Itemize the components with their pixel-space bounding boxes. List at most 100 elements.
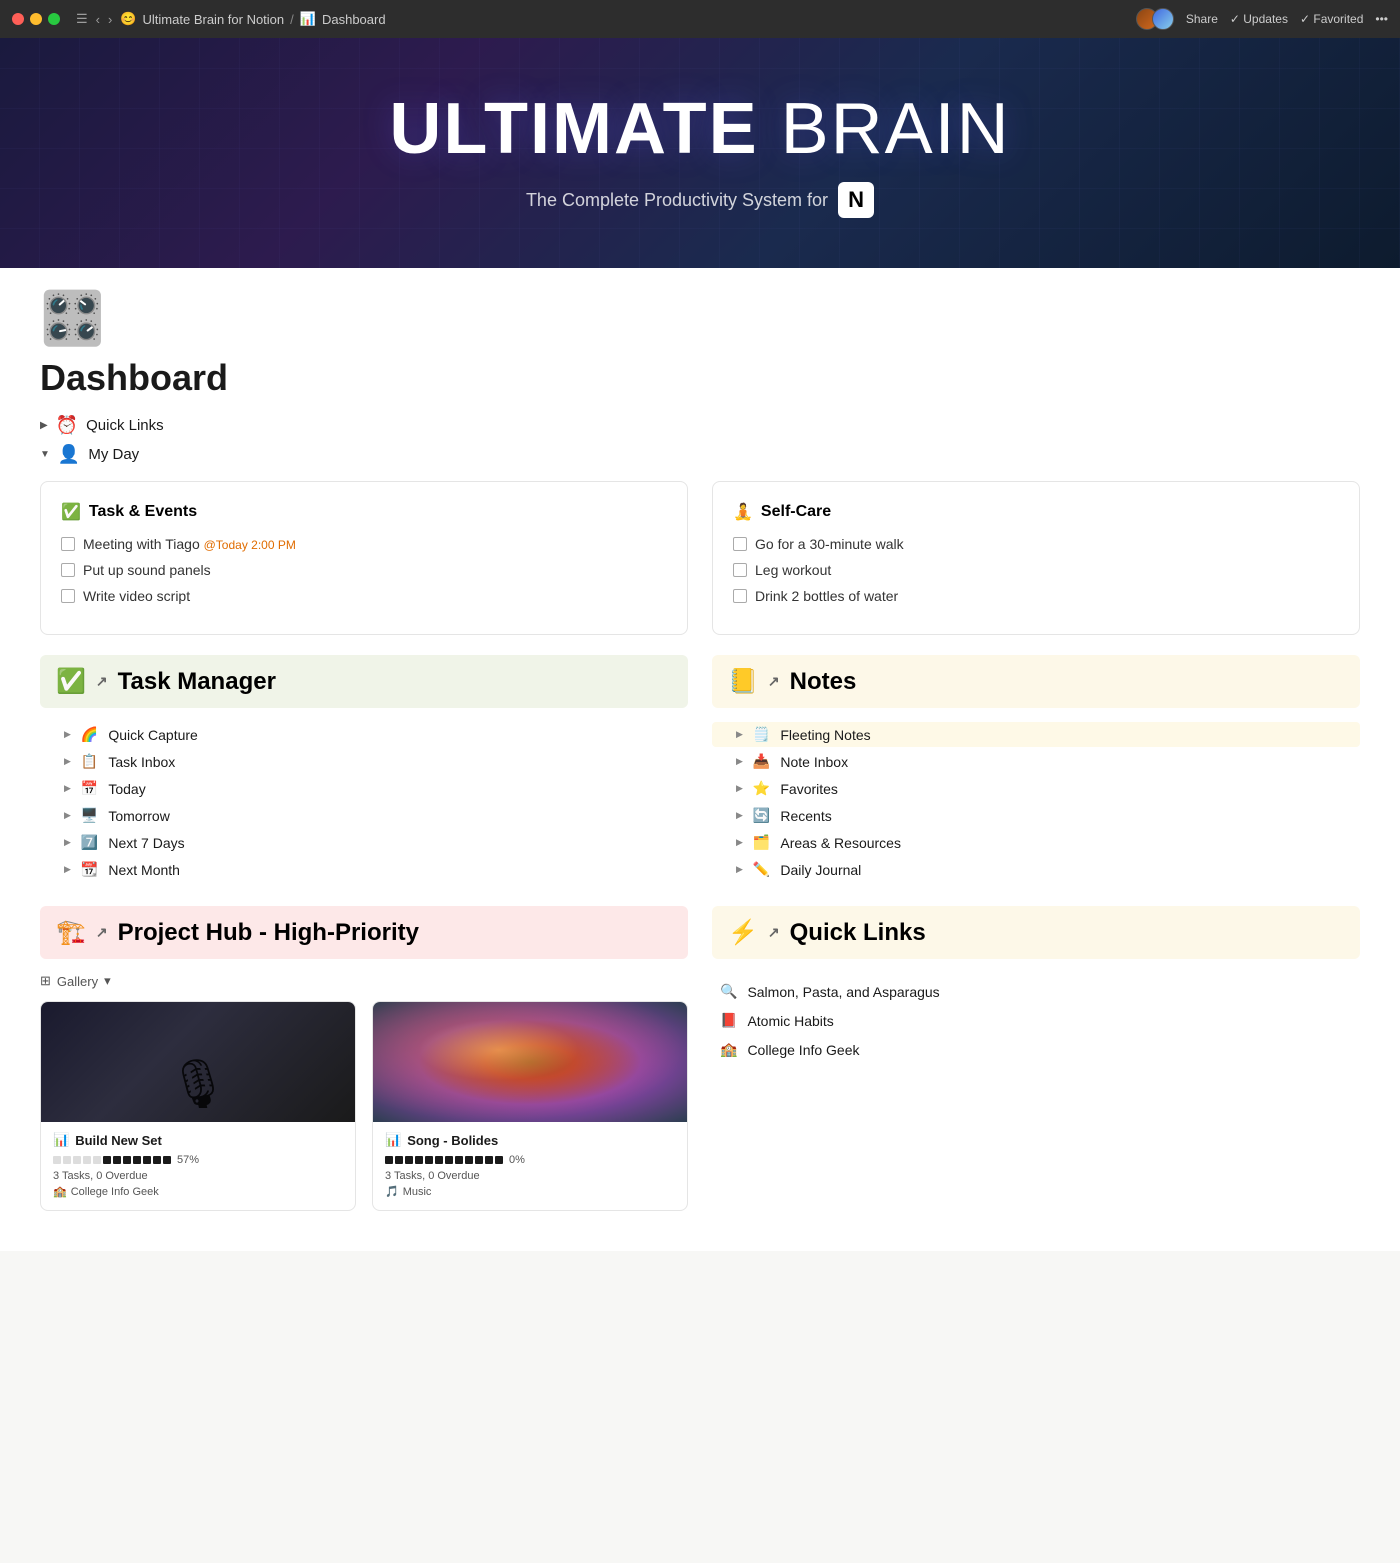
self-care-text-3: Drink 2 bottles of water [755, 588, 898, 604]
breadcrumb-root[interactable]: Ultimate Brain for Notion [143, 12, 285, 27]
quick-links-label: Quick Links [86, 417, 164, 434]
self-care-item-1: Go for a 30-minute walk [733, 536, 1339, 552]
project-tag-icon-2: 🎵 [385, 1185, 399, 1198]
minimize-button[interactable] [30, 13, 42, 25]
quicklink-label-3: College Info Geek [747, 1042, 859, 1058]
quicklink-icon-2: 📕 [720, 1012, 737, 1029]
share-button[interactable]: Share [1186, 12, 1218, 26]
task-inbox-icon: 📋 [81, 753, 98, 770]
task-next-month[interactable]: ▶ 📆 Next Month [40, 857, 688, 882]
self-care-checkbox-3[interactable] [733, 589, 747, 603]
project-card-2-body: 📊 Song - Bolides [373, 1122, 687, 1210]
titlebar-right: Share ✓ Updates ✓ Favorited ••• [1136, 8, 1388, 30]
notes-section: 📒 ↗ Notes ▶ 🗒️ Fleeting Notes ▶ 📥 Note I… [712, 655, 1360, 882]
fleeting-label: Fleeting Notes [780, 727, 870, 743]
quicklink-atomic[interactable]: 📕 Atomic Habits [720, 1006, 1352, 1035]
gallery-chevron-icon: ▾ [104, 973, 111, 989]
project-tag-text-2: Music [403, 1186, 432, 1198]
task-quick-capture[interactable]: ▶ 🌈 Quick Capture [40, 722, 688, 747]
notes-header[interactable]: 📒 ↗ Notes [712, 655, 1360, 708]
notes-fleeting[interactable]: ▶ 🗒️ Fleeting Notes [712, 722, 1360, 747]
project-thumb-1 [41, 1002, 355, 1122]
today-label: Today [108, 781, 145, 797]
project-card-2[interactable]: 📊 Song - Bolides [372, 1001, 688, 1211]
self-care-checkbox-2[interactable] [733, 563, 747, 577]
self-care-header: 🧘 Self-Care [733, 502, 1339, 522]
project-tag-text-1: College Info Geek [71, 1186, 159, 1198]
task-inbox-label: Task Inbox [108, 754, 175, 770]
notes-recents[interactable]: ▶ 🔄 Recents [712, 803, 1360, 828]
self-care-checkbox-1[interactable] [733, 537, 747, 551]
notes-areas[interactable]: ▶ 🗂️ Areas & Resources [712, 830, 1360, 855]
sq [425, 1156, 433, 1164]
nav-arrow-icon-5: ▶ [64, 837, 71, 848]
project-name-2: 📊 Song - Bolides [385, 1132, 675, 1148]
quick-links-arrow-icon: ▶ [40, 420, 48, 431]
favorites-arrow-icon: ▶ [736, 783, 743, 794]
notes-title: Notes [790, 668, 857, 696]
close-button[interactable] [12, 13, 24, 25]
sq [143, 1156, 151, 1164]
quicklink-label-1: Salmon, Pasta, and Asparagus [747, 984, 939, 1000]
sq [53, 1156, 61, 1164]
task-checkbox-3[interactable] [61, 589, 75, 603]
sq [495, 1156, 503, 1164]
task-next7[interactable]: ▶ 7️⃣ Next 7 Days [40, 830, 688, 855]
task-manager-header[interactable]: ✅ ↗ Task Manager [40, 655, 688, 708]
quick-capture-label: Quick Capture [108, 727, 197, 743]
breadcrumb-page[interactable]: Dashboard [322, 12, 386, 27]
fleeting-icon: 🗒️ [753, 726, 770, 743]
updates-button[interactable]: ✓ Updates [1230, 12, 1288, 26]
quicklink-icon-1: 🔍 [720, 983, 737, 1000]
sq [123, 1156, 131, 1164]
project-card-1[interactable]: 📊 Build New Set [40, 1001, 356, 1211]
task-item-2: Put up sound panels [61, 562, 667, 578]
project-hub-header[interactable]: 🏗️ ↗ Project Hub - High-Priority [40, 906, 688, 959]
gallery-view-toggle[interactable]: ⊞ Gallery ▾ [40, 973, 688, 989]
task-checkbox-1[interactable] [61, 537, 75, 551]
quick-links-header[interactable]: ⚡ ↗ Quick Links [712, 906, 1360, 959]
task-checkbox-2[interactable] [61, 563, 75, 577]
favorited-button[interactable]: ✓ Favorited [1300, 12, 1363, 26]
titlebar: ☰ ‹ › 😊 Ultimate Brain for Notion / 📊 Da… [0, 0, 1400, 38]
task-manager-icon: ✅ [56, 667, 86, 696]
hamburger-icon[interactable]: ☰ [76, 11, 88, 27]
favorites-icon: ⭐ [753, 780, 770, 797]
task-item-3: Write video script [61, 588, 667, 604]
task-tomorrow[interactable]: ▶ 🖥️ Tomorrow [40, 803, 688, 828]
sq [395, 1156, 403, 1164]
project-name-text-1: Build New Set [75, 1133, 162, 1148]
nav-arrow-icon-3: ▶ [64, 783, 71, 794]
maximize-button[interactable] [48, 13, 60, 25]
project-tag-icon-1: 🏫 [53, 1185, 67, 1198]
notes-inbox[interactable]: ▶ 📥 Note Inbox [712, 749, 1360, 774]
quicklink-salmon[interactable]: 🔍 Salmon, Pasta, and Asparagus [720, 977, 1352, 1006]
main-sections: ✅ ↗ Task Manager ▶ 🌈 Quick Capture ▶ 📋 T… [40, 655, 1360, 1211]
banner-title-thin: BRAIN [781, 89, 1011, 169]
task-manager-link-icon: ↗ [96, 673, 108, 690]
nav-arrow-icon-6: ▶ [64, 864, 71, 875]
back-icon[interactable]: ‹ [96, 12, 100, 27]
task-item-1: Meeting with Tiago @Today 2:00 PM [61, 536, 667, 552]
progress-squares-2 [385, 1156, 503, 1164]
forward-icon[interactable]: › [108, 12, 112, 27]
notes-favorites[interactable]: ▶ ⭐ Favorites [712, 776, 1360, 801]
fleeting-arrow-icon: ▶ [736, 729, 743, 740]
notes-daily-journal[interactable]: ▶ ✏️ Daily Journal [712, 857, 1360, 882]
gallery-label-text: Gallery [57, 974, 98, 989]
progress-pct-1: 57% [177, 1154, 199, 1166]
task-text-1: Meeting with Tiago @Today 2:00 PM [83, 536, 296, 552]
my-day-toggle[interactable]: ▼ 👤 My Day [40, 444, 1360, 465]
nav-arrow-icon-4: ▶ [64, 810, 71, 821]
more-button[interactable]: ••• [1375, 12, 1388, 26]
quicklink-college[interactable]: 🏫 College Info Geek [720, 1035, 1352, 1064]
banner: ULTIMATE BRAIN The Complete Productivity… [0, 38, 1400, 268]
task-inbox[interactable]: ▶ 📋 Task Inbox [40, 749, 688, 774]
tomorrow-label: Tomorrow [108, 808, 169, 824]
progress-squares-1 [53, 1156, 171, 1164]
traffic-lights [12, 13, 60, 25]
quick-links-toggle[interactable]: ▶ ⏰ Quick Links [40, 415, 1360, 436]
areas-label: Areas & Resources [780, 835, 901, 851]
task-today[interactable]: ▶ 📅 Today [40, 776, 688, 801]
sq [445, 1156, 453, 1164]
